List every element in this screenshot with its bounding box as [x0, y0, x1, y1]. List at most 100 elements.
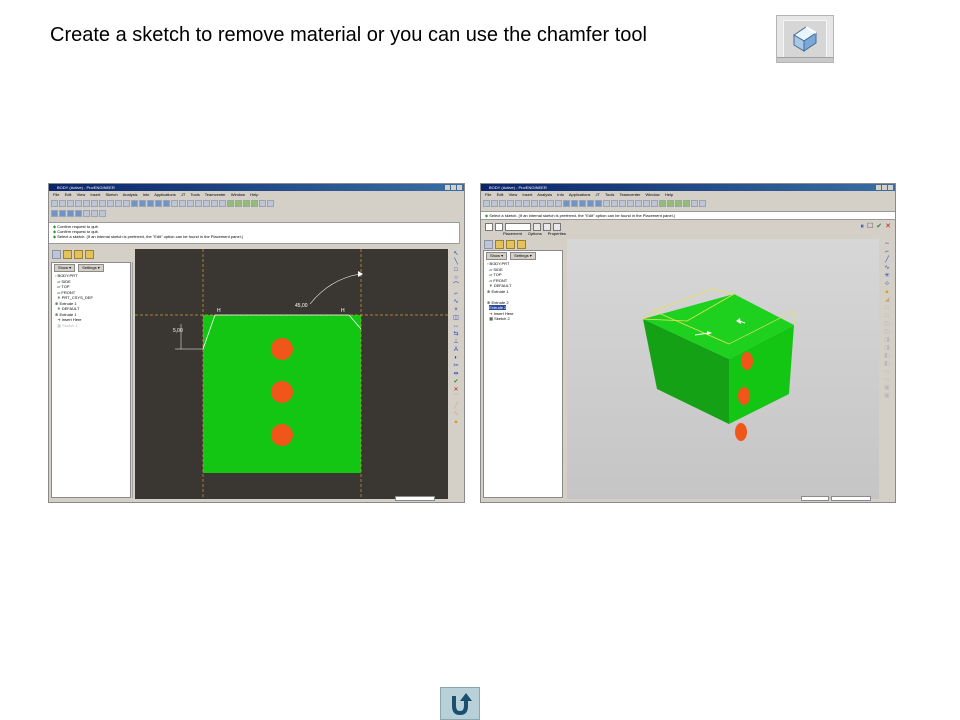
menu-insert[interactable]: Insert: [90, 192, 100, 197]
close-button[interactable]: [457, 185, 462, 190]
close-button[interactable]: [888, 185, 893, 190]
csys-icon[interactable]: [251, 200, 258, 207]
zoom-in-icon[interactable]: [579, 200, 586, 207]
fillet-icon[interactable]: ⌐: [452, 291, 460, 297]
menu-window[interactable]: Window: [645, 192, 659, 197]
point-icon[interactable]: ×: [452, 307, 460, 313]
return-button[interactable]: [440, 687, 480, 720]
menu-window[interactable]: Window: [231, 192, 245, 197]
model-tree-icon[interactable]: [484, 240, 493, 249]
menu-view[interactable]: View: [509, 192, 518, 197]
menu-tools[interactable]: Tools: [190, 192, 199, 197]
spline-icon[interactable]: ∿: [452, 299, 460, 305]
model-viewport[interactable]: [567, 239, 879, 499]
chamfer-tool-button[interactable]: [776, 15, 834, 63]
paste-icon[interactable]: [123, 200, 130, 207]
cancel-icon[interactable]: ✕: [885, 223, 891, 230]
annotations-icon[interactable]: [259, 200, 266, 207]
email-icon[interactable]: [515, 200, 522, 207]
datum-axes-icon[interactable]: [235, 200, 242, 207]
menu-jt[interactable]: JT: [596, 192, 600, 197]
dims-display-icon[interactable]: [67, 210, 74, 217]
vertical-dimension[interactable]: 5,00: [173, 328, 183, 334]
pause-icon[interactable]: ⏸: [860, 223, 864, 230]
menu-jt[interactable]: JT: [181, 192, 185, 197]
thicken-icon[interactable]: [553, 223, 561, 231]
show-menu[interactable]: Show ▾: [54, 264, 76, 272]
save-icon[interactable]: [67, 200, 74, 207]
dimension-icon[interactable]: ↔: [452, 323, 460, 329]
redo-icon[interactable]: [531, 200, 538, 207]
rectangle-icon[interactable]: □: [452, 267, 460, 273]
arc-icon[interactable]: ⌒: [452, 283, 460, 289]
csys-tool-icon[interactable]: ⊹: [883, 281, 891, 287]
email-icon[interactable]: [83, 200, 90, 207]
new-icon[interactable]: [51, 200, 58, 207]
round-icon[interactable]: ◢: [883, 297, 891, 303]
undo-icon[interactable]: [91, 200, 98, 207]
sketch-view-icon[interactable]: [51, 210, 58, 217]
circle-icon[interactable]: ○: [452, 275, 460, 281]
grid-icon[interactable]: [83, 210, 90, 217]
menu-teamcenter[interactable]: Teamcenter: [619, 192, 640, 197]
undo-icon[interactable]: [523, 200, 530, 207]
find-icon[interactable]: [139, 200, 146, 207]
quit-icon[interactable]: ✕: [452, 387, 460, 393]
menu-teamcenter[interactable]: Teamcenter: [205, 192, 226, 197]
folder-browser-icon[interactable]: [63, 250, 72, 259]
filter-dropdown[interactable]: [395, 496, 435, 501]
hidden-line-icon[interactable]: [203, 200, 210, 207]
datum-curve-icon[interactable]: ╱: [883, 257, 891, 263]
datum-points-icon[interactable]: [675, 200, 682, 207]
datum-plane-icon[interactable]: ∼: [883, 241, 891, 247]
surface-icon[interactable]: [495, 223, 503, 231]
open-icon[interactable]: [59, 200, 66, 207]
saved-views-icon[interactable]: [179, 200, 186, 207]
wireframe-icon[interactable]: [627, 200, 634, 207]
tab-options[interactable]: Options: [528, 231, 542, 236]
menu-analysis[interactable]: Analysis: [123, 192, 138, 197]
layers-icon[interactable]: [619, 200, 626, 207]
shading-icon[interactable]: [219, 200, 226, 207]
datum-point-icon[interactable]: ✳: [883, 273, 891, 279]
csys-icon[interactable]: [683, 200, 690, 207]
cut-icon[interactable]: [539, 200, 546, 207]
filter-dropdown[interactable]: [831, 496, 871, 501]
menu-info[interactable]: Info: [557, 192, 564, 197]
cut-icon[interactable]: [107, 200, 114, 207]
print-icon[interactable]: [75, 200, 82, 207]
mirror-icon[interactable]: ⇹: [452, 371, 460, 377]
no-hidden-icon[interactable]: [643, 200, 650, 207]
settings-menu[interactable]: Settings ▾: [510, 252, 536, 260]
help-icon[interactable]: [267, 200, 274, 207]
paste-icon[interactable]: [555, 200, 562, 207]
tree-item-selected[interactable]: Extrude 2: [489, 305, 507, 310]
tree-item[interactable]: ▦ Sketch 1: [55, 323, 93, 329]
palette-icon[interactable]: ◐: [452, 355, 460, 361]
maximize-button[interactable]: [451, 185, 456, 190]
minimize-button[interactable]: [876, 185, 881, 190]
orient-icon[interactable]: [171, 200, 178, 207]
refit-icon[interactable]: [163, 200, 170, 207]
favorites-icon[interactable]: [506, 240, 515, 249]
vertices-icon[interactable]: [91, 210, 98, 217]
angle-dimension[interactable]: 45,00: [295, 303, 308, 309]
modify-icon[interactable]: ⇆: [452, 331, 460, 337]
line-icon[interactable]: ╲: [452, 259, 460, 265]
shading-icon[interactable]: [651, 200, 658, 207]
datum-planes-icon[interactable]: [659, 200, 666, 207]
datum-axis-icon[interactable]: ⌐: [883, 249, 891, 255]
trim-icon[interactable]: ✂: [452, 363, 460, 369]
minimize-button[interactable]: [445, 185, 450, 190]
zoom-in-icon[interactable]: [147, 200, 154, 207]
no-hidden-icon[interactable]: [211, 200, 218, 207]
menu-edit[interactable]: Edit: [65, 192, 72, 197]
analysis-icon[interactable]: ▲: [883, 289, 891, 295]
tab-placement[interactable]: Placement: [503, 231, 522, 236]
layers-icon[interactable]: [187, 200, 194, 207]
constraints-display-icon[interactable]: [75, 210, 82, 217]
datum-points-icon[interactable]: [243, 200, 250, 207]
message-scrollbar[interactable]: [459, 222, 464, 244]
model-tree-icon[interactable]: [52, 250, 61, 259]
tab-properties[interactable]: Properties: [548, 231, 566, 236]
